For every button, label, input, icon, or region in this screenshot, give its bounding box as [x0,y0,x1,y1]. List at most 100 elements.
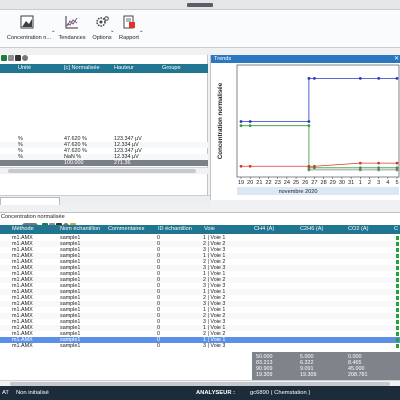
status-indicator [396,290,399,294]
tendances-button[interactable]: Tendances [56,13,88,47]
data-point[interactable] [248,120,252,123]
data-point[interactable] [239,124,243,128]
column-header-id[interactable]: ID échantillon [156,225,202,234]
data-point[interactable] [239,164,243,168]
status-indicator [396,278,399,282]
camera-icon[interactable] [8,55,14,61]
column-header-voie[interactable]: Voie [202,225,250,234]
data-point[interactable] [307,168,311,172]
data-point[interactable] [395,161,399,165]
trends-panel: Trends ✕ Concentration normalisée 19 20 21… [210,55,400,200]
column-header-hauteur[interactable]: Hauteur [112,64,158,73]
status-indicator [396,248,399,252]
column-header-normalisee[interactable]: [c] Normalisée [62,64,112,73]
horizontal-scrollbar[interactable] [0,167,208,174]
data-point[interactable] [248,164,252,168]
column-header-methode[interactable]: Méthode [10,225,56,234]
data-point[interactable] [307,124,311,128]
column-header-commentaires[interactable]: Commentaires [106,225,156,234]
column-header-nom[interactable]: Nom échantillon [58,225,104,234]
data-point[interactable] [307,164,311,168]
x-tick-label: 22 [265,180,271,186]
x-tick-label: 4 [386,180,389,186]
data-point[interactable] [395,168,399,172]
x-tick-label: 24 [284,180,290,186]
y-axis-label: Concentration normalisée [217,82,224,159]
x-tick-label: 25 [293,180,299,186]
status-bar: AT Non initialisé ANALYSEUR : gc6890 ( C… [0,386,400,400]
data-point[interactable] [377,76,381,80]
settings-icon[interactable] [22,55,28,61]
title-bar [0,0,400,10]
x-tick-label: 28 [320,180,326,186]
x-tick-label: 29 [330,180,336,186]
data-point[interactable] [377,161,381,165]
stat-value: 19.309 [300,372,317,378]
column-header-c[interactable]: C [392,225,400,234]
concentration-button[interactable]: Concentration n... [4,13,54,47]
data-point[interactable] [313,164,316,168]
scrollbar-thumb[interactable] [8,169,196,173]
concentration-title: Concentration normalisée [1,214,65,220]
chevron-down-icon[interactable]: ⌄ [139,28,144,34]
data-point[interactable] [358,161,362,165]
options-label: Options [92,35,112,41]
total-hauteur: 271.36 [114,160,131,166]
x-tick-label: 27 [311,180,317,186]
gear-icon [96,16,109,27]
trends-chart: Concentration normalisée 19 20 21 22 23 24 25 2… [217,64,400,195]
status-indicator [396,326,399,330]
tab-results[interactable] [0,197,60,205]
rapport-label: Rapport [119,35,139,41]
data-point[interactable] [313,76,316,80]
column-header-unite[interactable]: Unité [16,64,56,73]
data-point[interactable] [307,76,311,80]
tendances-label: Tendances [58,35,86,41]
status-indicator [396,272,399,276]
column-header-ch4[interactable]: CH4 (A) [252,225,298,234]
data-point[interactable] [239,120,243,123]
column-header-groupe[interactable]: Groupe [160,64,206,73]
x-tick-label: 23 [275,180,281,186]
data-point[interactable] [395,76,399,80]
chevron-down-icon[interactable]: ⌄ [51,28,56,34]
data-point[interactable] [307,120,311,123]
concentration-label: Concentration n... [6,35,52,41]
print-icon[interactable] [15,55,21,61]
stat-value: 208.781 [348,372,368,378]
status-indicator [396,308,399,312]
concentration-table-header: Méthode Nom échantillon Commentaires ID … [0,225,400,234]
data-point[interactable] [248,124,252,128]
table-row[interactable]: m1.AMX sample1 0 3 | Voie 3 [0,343,400,349]
excel-icon[interactable] [1,55,7,61]
total-row: 100.000 271.36 [0,160,208,166]
tab-bar [0,195,210,205]
status-indicator [396,332,399,336]
image-chart-icon [20,15,34,29]
x-tick-label: 20 [247,180,253,186]
window-grip[interactable] [187,3,213,7]
table-toolbar [0,55,60,63]
concentration-panel: Concentration normalisée Méthode Nom éch… [0,212,400,387]
status-state: Non initialisé [16,390,49,396]
column-header-co2[interactable]: CO2 (A) [346,225,390,234]
analyser-label: ANALYSEUR : [196,390,236,396]
data-point[interactable] [358,168,362,172]
ribbon-toolbar: Concentration n... ⌄ Tendances Options ⌄ [0,10,400,48]
cell-nom: sample1 [60,343,81,349]
status-indicator [396,260,399,264]
chevron-down-icon[interactable]: ⌄ [110,28,115,34]
x-tick-label: 3 [377,180,380,186]
results-table-panel: Unité [c] Normalisée Hauteur Groupe % 47… [0,55,208,195]
report-icon [123,15,135,29]
status-mode: AT [2,390,9,396]
stat-value: 19.309 [256,372,273,378]
cell-voie: 3 | Voie 3 [203,343,226,349]
cell-methode: m1.AMX [12,343,33,349]
data-point[interactable] [377,168,381,172]
plot-area [236,64,400,178]
data-point[interactable] [358,76,362,80]
close-icon[interactable]: ✕ [394,55,399,63]
column-header-c2h6[interactable]: C2H6 (A) [298,225,344,234]
trends-header: Trends ✕ [211,55,400,63]
